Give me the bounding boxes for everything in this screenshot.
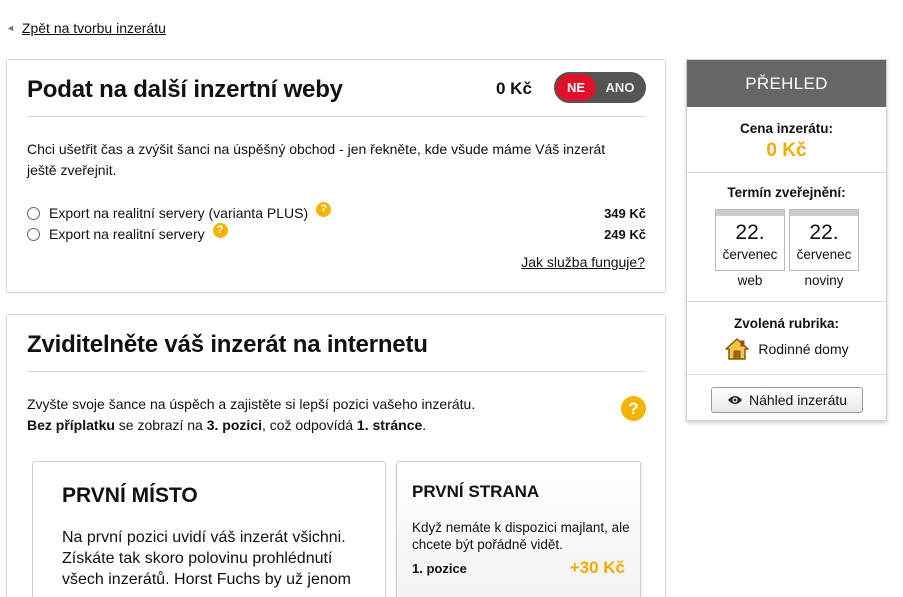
divider <box>27 371 646 372</box>
category-row: Rodinné domy <box>687 337 886 361</box>
preview-label: Náhled inzerátu <box>748 392 848 408</box>
export-title: Podat na další inzertní weby <box>27 76 343 103</box>
toggle-ne[interactable]: NE <box>556 74 596 101</box>
eye-icon <box>727 396 742 404</box>
help-icon[interactable]: ? <box>621 396 646 421</box>
intro-mid2: , což odpovídá <box>261 417 357 433</box>
intro-bold3: 1. stránce <box>356 417 423 433</box>
help-icon[interactable]: ? <box>212 222 228 238</box>
calendar-month: červenec <box>722 247 778 262</box>
radio-export-plus[interactable] <box>27 206 40 220</box>
export-price: 0 Kč <box>496 79 532 98</box>
preview-section: Náhled inzerátu <box>687 374 886 420</box>
back-arrow-icon: ◄ <box>6 23 15 33</box>
preview-button[interactable]: Náhled inzerátu <box>711 387 863 413</box>
option-label: Export na realitní servery <box>49 226 205 242</box>
option-price: 249 Kč <box>604 226 646 242</box>
toggle-ano[interactable]: ANO <box>596 74 644 101</box>
export-toggle[interactable]: NE ANO <box>554 72 646 103</box>
intro-mid: se zobrazí na <box>114 417 207 433</box>
how-it-works-link[interactable]: Jak služba funguje? <box>521 254 645 270</box>
calendar-month: červenec <box>796 247 852 262</box>
publish-section: Termín zveřejnění: 22. červenec web 22. … <box>687 172 886 301</box>
calendar-print: 22. červenec <box>789 209 859 271</box>
calendar-web: 22. červenec <box>715 209 785 271</box>
option-export-plus[interactable]: Export na realitní servery (varianta PLU… <box>27 201 646 223</box>
price-value: 0 Kč <box>766 140 807 161</box>
price-label: Cena inzerátu: <box>739 121 834 136</box>
option-label: Export na realitní servery (varianta PLU… <box>49 205 309 221</box>
intro-line1: Zvyšte svoje šance na úspěch a zajistěte… <box>27 396 476 412</box>
export-description: Chci ušetřit čas a zvýšit šanci na úspěš… <box>27 141 606 178</box>
category-section: Zvolená rubrika: Rodinné domy <box>687 301 886 374</box>
first-place-box[interactable]: PRVNÍ MÍSTO Na první pozici uvidí váš in… <box>32 461 386 597</box>
publish-label: Termín zveřejnění: <box>727 185 846 200</box>
calendar-bar <box>716 210 784 216</box>
intro-bold2: 3. pozici <box>206 417 262 433</box>
visibility-title: Zviditelněte váš inzerát na internetu <box>27 331 428 358</box>
calendar-bar <box>790 210 858 216</box>
option-price: 349 Kč <box>604 205 646 221</box>
first-page-price: +30 Kč <box>569 558 625 577</box>
intro-end: . <box>422 417 427 433</box>
calendar-web-label: web <box>737 273 763 288</box>
radio-export[interactable] <box>27 227 40 241</box>
category-label: Zvolená rubrika: <box>733 316 840 331</box>
back-link-row: ◄ Zpět na tvorbu inzerátu <box>6 20 166 36</box>
visibility-card: Zviditelněte váš inzerát na internetu Zv… <box>6 314 666 597</box>
calendar-print-label: noviny <box>804 273 844 288</box>
first-page-position: 1. pozice <box>412 561 467 576</box>
intro-bold1: Bez příplatku <box>27 417 115 433</box>
first-page-box[interactable]: PRVNÍ STRANA Když nemáte k dispozici maj… <box>396 461 641 597</box>
summary-title: PŘEHLED <box>687 60 886 107</box>
calendar-day: 22. <box>735 221 765 244</box>
first-page-description: Když nemáte k dispozici majlant, ale chc… <box>412 520 630 552</box>
back-link[interactable]: Zpět na tvorbu inzerátu <box>22 20 166 36</box>
category-value: Rodinné domy <box>758 341 849 357</box>
help-icon[interactable]: ? <box>316 201 332 217</box>
price-section: Cena inzerátu: 0 Kč <box>687 107 886 172</box>
calendar-day: 22. <box>809 221 839 244</box>
house-icon <box>725 338 750 360</box>
option-export[interactable]: Export na realitní servery ? 249 Kč <box>27 222 646 244</box>
summary-panel: PŘEHLED Cena inzerátu: 0 Kč Termín zveře… <box>686 59 887 421</box>
export-card: Podat na další inzertní weby 0 Kč NE ANO… <box>6 59 666 293</box>
visibility-intro: Zvyšte svoje šance na úspěch a zajistěte… <box>27 394 617 436</box>
first-place-title: PRVNÍ MÍSTO <box>62 484 198 507</box>
divider <box>27 116 646 117</box>
first-place-description: Na první pozici uvidí váš inzerát všichn… <box>62 529 352 588</box>
first-page-title: PRVNÍ STRANA <box>412 482 540 501</box>
